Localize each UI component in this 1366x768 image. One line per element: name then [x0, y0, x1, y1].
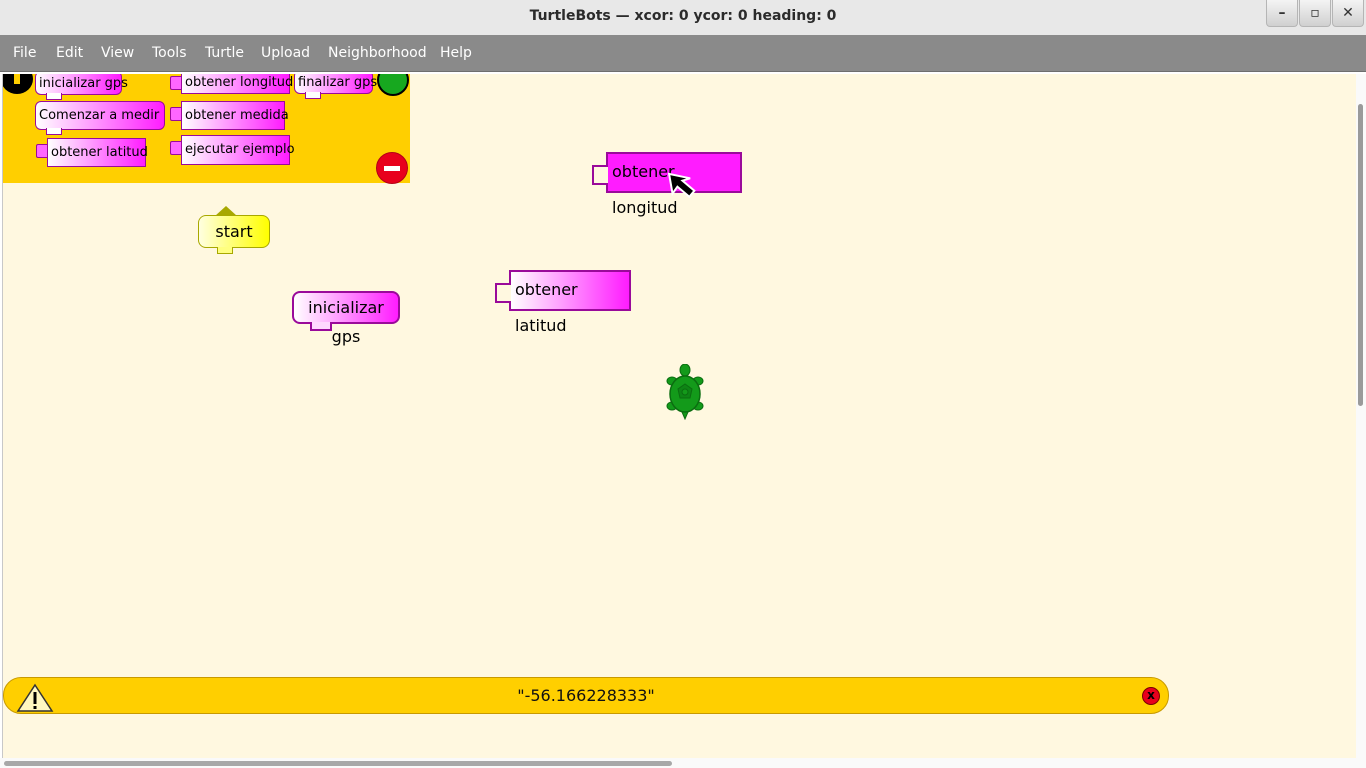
block-label: Comenzar a medir	[39, 108, 160, 123]
menu-help[interactable]: Help	[440, 45, 472, 61]
title-bar: TurtleBots — xcor: 0 ycor: 0 heading: 0 …	[0, 0, 1366, 36]
menu-turtle[interactable]: Turtle	[205, 45, 244, 61]
turtle-icon[interactable]	[663, 364, 707, 420]
maximize-button[interactable]: ▫	[1299, 0, 1331, 27]
start-block[interactable]: start	[198, 206, 270, 254]
menu-bar: File Edit View Tools Turtle Upload Neigh…	[0, 35, 1366, 72]
turtle-canvas[interactable]: inicializar gps obtener longitud finaliz…	[2, 74, 1356, 758]
mouse-cursor-icon	[667, 172, 696, 199]
menu-file[interactable]: File	[13, 45, 36, 61]
menu-edit[interactable]: Edit	[56, 45, 83, 61]
menu-upload[interactable]: Upload	[261, 45, 310, 61]
block-label: start	[215, 222, 253, 241]
menu-tools[interactable]: Tools	[152, 45, 187, 61]
minimize-button[interactable]: –	[1266, 0, 1298, 27]
block-label: inicializar gps	[39, 76, 128, 91]
menu-neighborhood[interactable]: Neighborhood	[328, 45, 427, 61]
block-label: obtener medida	[185, 108, 289, 123]
obtener-latitud-block[interactable]: obtener latitud	[495, 270, 631, 335]
status-close-icon[interactable]: x	[1142, 687, 1160, 705]
status-message: "-56.166228333"	[517, 686, 655, 705]
block-label: obtener longitud	[185, 75, 294, 90]
palette-block-obtener-latitud[interactable]: obtener latitud	[36, 138, 148, 167]
horizontal-scroll-thumb[interactable]	[4, 761, 672, 766]
window-title: TurtleBots — xcor: 0 ycor: 0 heading: 0	[529, 8, 837, 24]
menu-view[interactable]: View	[101, 45, 134, 61]
palette-block-obtener-medida[interactable]: obtener medida	[170, 101, 289, 130]
palette-block-finalizar-gps[interactable]: finalizar gps	[294, 74, 377, 99]
inicializar-gps-block[interactable]: inicializar gps	[292, 291, 400, 346]
palette-remove-icon[interactable]	[376, 152, 408, 184]
palette-block-obtener-longitud[interactable]: obtener longitud	[170, 74, 294, 94]
window-controls: – ▫ ✕	[1265, 0, 1364, 27]
palette-block-ejecutar-ejemplo[interactable]: ejecutar ejemplo	[170, 135, 295, 165]
horizontal-scrollbar[interactable]	[0, 758, 1366, 768]
close-button[interactable]: ✕	[1332, 0, 1364, 27]
vertical-scroll-thumb[interactable]	[1358, 104, 1363, 406]
block-label: inicializar gps	[308, 298, 384, 346]
palette-block-comenzar-medir[interactable]: Comenzar a medir	[35, 101, 165, 135]
status-bar: "-56.166228333" x	[3, 677, 1169, 714]
palette-block-inicializar-gps[interactable]: inicializar gps	[35, 74, 128, 100]
block-label: obtener latitud	[515, 280, 578, 335]
block-label: obtener latitud	[51, 145, 148, 160]
block-label: ejecutar ejemplo	[185, 142, 295, 157]
palette-toggle-icon[interactable]	[3, 74, 33, 94]
palette-run-icon[interactable]	[377, 74, 409, 96]
block-label: finalizar gps	[298, 75, 378, 90]
block-palette: inicializar gps obtener longitud finaliz…	[3, 74, 410, 184]
